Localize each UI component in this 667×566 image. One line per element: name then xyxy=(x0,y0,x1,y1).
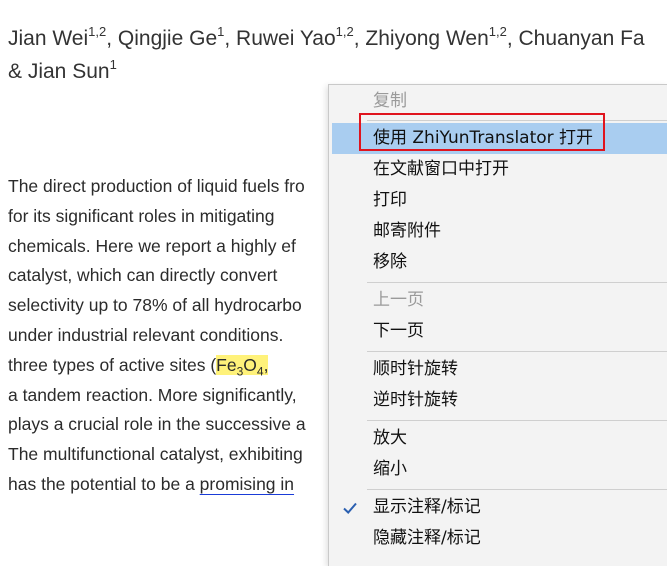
author-sep: , xyxy=(353,27,366,50)
menu-separator xyxy=(367,489,667,490)
author-list: Jian Wei1,2, Qingjie Ge1, Ruwei Yao1,2, … xyxy=(8,22,667,88)
abstract-line: plays a crucial role in the successive a xyxy=(8,414,306,435)
menu-item-rotate-counterclockwise[interactable]: 逆时针旋转 xyxy=(332,385,667,416)
affiliation-sup: 1,2 xyxy=(88,24,107,39)
underline-annotation[interactable]: promising in xyxy=(200,474,294,494)
menu-item-label: 邮寄附件 xyxy=(373,221,441,241)
author-sep: , xyxy=(224,27,237,50)
menu-item-label: 顺时针旋转 xyxy=(373,359,458,379)
check-icon xyxy=(343,502,357,514)
abstract-line: three types of active sites (Fe3O4, xyxy=(8,351,338,381)
abstract-line: a tandem reaction. More significantly, xyxy=(8,384,297,405)
menu-item-label: 移除 xyxy=(373,252,407,272)
menu-item-mail-attachment[interactable]: 邮寄附件 xyxy=(332,216,667,247)
menu-item-label: 显示注释/标记 xyxy=(373,497,481,517)
abstract-line: The multifunctional catalyst, exhibiting xyxy=(8,444,303,465)
menu-separator xyxy=(367,351,667,352)
author-name: Jian Wei xyxy=(8,27,89,50)
affiliation-sup: 1 xyxy=(109,57,117,72)
menu-item-next-page[interactable]: 下一页 xyxy=(332,316,667,347)
abstract-line: for its significant roles in mitigating xyxy=(8,205,275,226)
menu-item-copy[interactable]: 复制 xyxy=(332,86,667,117)
abstract-line: The direct production of liquid fuels fr… xyxy=(8,176,305,196)
menu-item-label: 放大 xyxy=(373,428,407,448)
abstract-line: chemicals. Here we report a highly ef xyxy=(8,235,296,256)
menu-item-label: 缩小 xyxy=(373,459,407,479)
highlight-annotation[interactable]: Fe3O4, xyxy=(216,354,269,379)
menu-item-label: 下一页 xyxy=(373,321,424,341)
abstract-text: The direct production of liquid fuels fr… xyxy=(8,172,338,500)
author-name: Ruwei Yao xyxy=(236,27,336,50)
menu-item-show-annotations[interactable]: 显示注释/标记 xyxy=(332,492,667,523)
menu-item-previous-page[interactable]: 上一页 xyxy=(332,285,667,316)
affiliation-sup: 1,2 xyxy=(335,24,354,39)
menu-item-open-with-zhiyun-translator[interactable]: 使用 ZhiYunTranslator 打开 xyxy=(332,123,667,154)
menu-item-label: 复制 xyxy=(373,91,407,111)
menu-item-label: 上一页 xyxy=(373,290,424,310)
author-name: Chuanyan Fa xyxy=(518,27,645,50)
menu-item-hide-annotations[interactable]: 隐藏注释/标记 xyxy=(332,523,667,554)
author-name: Qingjie Ge xyxy=(117,27,218,50)
menu-separator xyxy=(367,282,667,283)
menu-item-remove[interactable]: 移除 xyxy=(332,247,667,278)
menu-item-label: 使用 ZhiYunTranslator 打开 xyxy=(373,128,594,148)
abstract-line: selectivity up to 78% of all hydrocarbo xyxy=(8,295,302,316)
highlight-text: , xyxy=(263,354,269,375)
menu-item-zoom-out[interactable]: 缩小 xyxy=(332,454,667,485)
abstract-text-run: has the potential to be a xyxy=(8,473,200,494)
menu-separator xyxy=(367,420,667,421)
highlight-text: Fe xyxy=(216,354,237,375)
abstract-line: has the potential to be a promising in xyxy=(8,470,338,500)
author-line-1: Jian Wei1,2, Qingjie Ge1, Ruwei Yao1,2, … xyxy=(8,22,667,55)
highlight-text: O xyxy=(243,354,257,375)
abstract-text-run: three types of active sites ( xyxy=(8,354,217,375)
menu-item-label: 在文献窗口中打开 xyxy=(373,159,509,179)
menu-item-print[interactable]: 打印 xyxy=(332,185,667,216)
menu-item-label: 隐藏注释/标记 xyxy=(373,528,481,548)
author-sep: , xyxy=(506,27,519,50)
menu-item-label: 逆时针旋转 xyxy=(373,390,458,410)
author-sep: , xyxy=(106,27,118,50)
abstract-line: catalyst, which can directly convert xyxy=(8,265,278,286)
menu-item-rotate-clockwise[interactable]: 顺时针旋转 xyxy=(332,354,667,385)
author-name: & Jian Sun xyxy=(8,60,110,83)
subscript: 4 xyxy=(256,364,264,379)
author-name: Zhiyong Wen xyxy=(365,27,489,50)
menu-item-zoom-in[interactable]: 放大 xyxy=(332,423,667,454)
menu-separator xyxy=(367,120,667,121)
menu-item-label: 打印 xyxy=(373,190,407,210)
menu-item-open-in-document-window[interactable]: 在文献窗口中打开 xyxy=(332,154,667,185)
context-menu: 复制 使用 ZhiYunTranslator 打开 在文献窗口中打开 打印 邮寄… xyxy=(328,84,667,566)
abstract-line: under industrial relevant conditions. xyxy=(8,324,284,345)
affiliation-sup: 1,2 xyxy=(488,24,507,39)
